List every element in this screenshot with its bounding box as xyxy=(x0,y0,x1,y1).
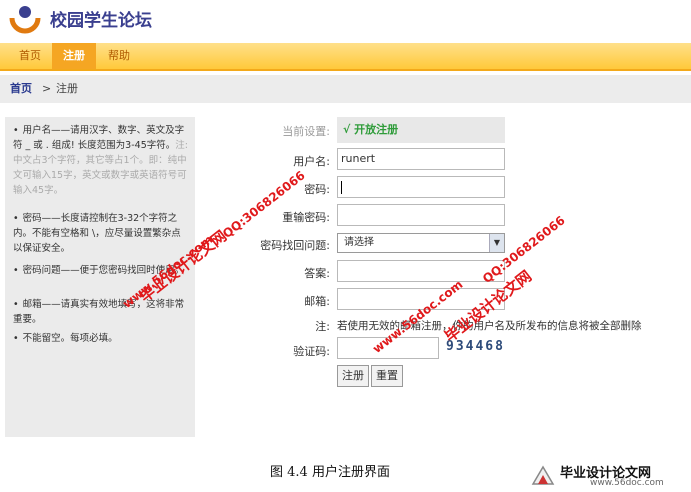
email-label: 邮箱: xyxy=(304,295,330,308)
corner-logo: 毕业设计论文网 www.56doc.com xyxy=(530,462,690,490)
password-input[interactable] xyxy=(337,176,505,198)
breadcrumb-separator: > xyxy=(42,82,52,95)
site-title: 校园学生论坛 xyxy=(50,11,152,31)
note-password: • 密码——长度请控制在3-32个字符之内。不能有空格和 \，应尽量设置繁杂点以保… xyxy=(13,213,181,254)
answer-input[interactable] xyxy=(337,260,505,282)
forum-logo-icon xyxy=(9,6,41,34)
note-username: • 用户名——请用汉字、数字、英文及字符 _ 或 . 组成! 长度范围为3-45字… xyxy=(13,125,188,196)
chevron-down-icon[interactable]: ▼ xyxy=(489,234,504,252)
figure-caption: 图 4.4 用户注册界面 xyxy=(270,465,390,480)
breadcrumb-home-link[interactable]: 首页 xyxy=(10,75,32,103)
captcha-label: 验证码: xyxy=(293,345,330,358)
breadcrumb: 首页 > 注册 xyxy=(0,75,691,103)
note-password-main: 密码——长度请控制在3-32个字符之内。不能有空格和 \，应尽量设置繁杂点以保证… xyxy=(13,213,181,254)
note-email: • 邮箱——请真实有效地填写，这将非常重要。 xyxy=(13,299,185,325)
watermark-qq-left: QQ:306826066 xyxy=(220,168,308,242)
username-label: 用户名: xyxy=(293,155,330,168)
nav-tab-help[interactable]: 帮助 xyxy=(97,43,141,69)
note-label: 注: xyxy=(315,320,330,333)
email-warning-text: 若使用无效的邮箱注册，你的用户名及所发布的信息将被全部删除 xyxy=(337,320,642,332)
register-button[interactable]: 注册 xyxy=(337,365,369,387)
breadcrumb-current: 注册 xyxy=(56,82,78,95)
confirm-password-input[interactable] xyxy=(337,204,505,226)
username-input[interactable]: runert xyxy=(337,148,505,170)
note-username-main: 用户名——请用汉字、数字、英文及字符 _ 或 . 组成! 长度范围为3-45字符… xyxy=(13,125,185,151)
registration-status-badge: √ 开放注册 xyxy=(337,117,505,143)
corner-logo-url: www.56doc.com xyxy=(590,478,664,488)
answer-label: 答案: xyxy=(304,267,330,280)
status-label: 当前设置: xyxy=(282,125,330,138)
security-question-value: 请选择 xyxy=(344,237,374,248)
note-required: • 不能留空。每项必填。 xyxy=(13,333,118,344)
document-logo-icon xyxy=(531,465,555,485)
reset-button[interactable]: 重置 xyxy=(371,365,403,387)
note-email-main: 邮箱——请真实有效地填写，这将非常重要。 xyxy=(13,299,185,325)
nav-tab-register[interactable]: 注册 xyxy=(52,43,96,69)
main-nav: 首页 注册 帮助 xyxy=(0,43,691,71)
security-question-select[interactable]: 请选择 ▼ xyxy=(337,233,505,253)
text-cursor xyxy=(341,180,342,194)
note-required-main: 不能留空。每项必填。 xyxy=(22,333,118,344)
nav-tab-home[interactable]: 首页 xyxy=(9,43,51,69)
